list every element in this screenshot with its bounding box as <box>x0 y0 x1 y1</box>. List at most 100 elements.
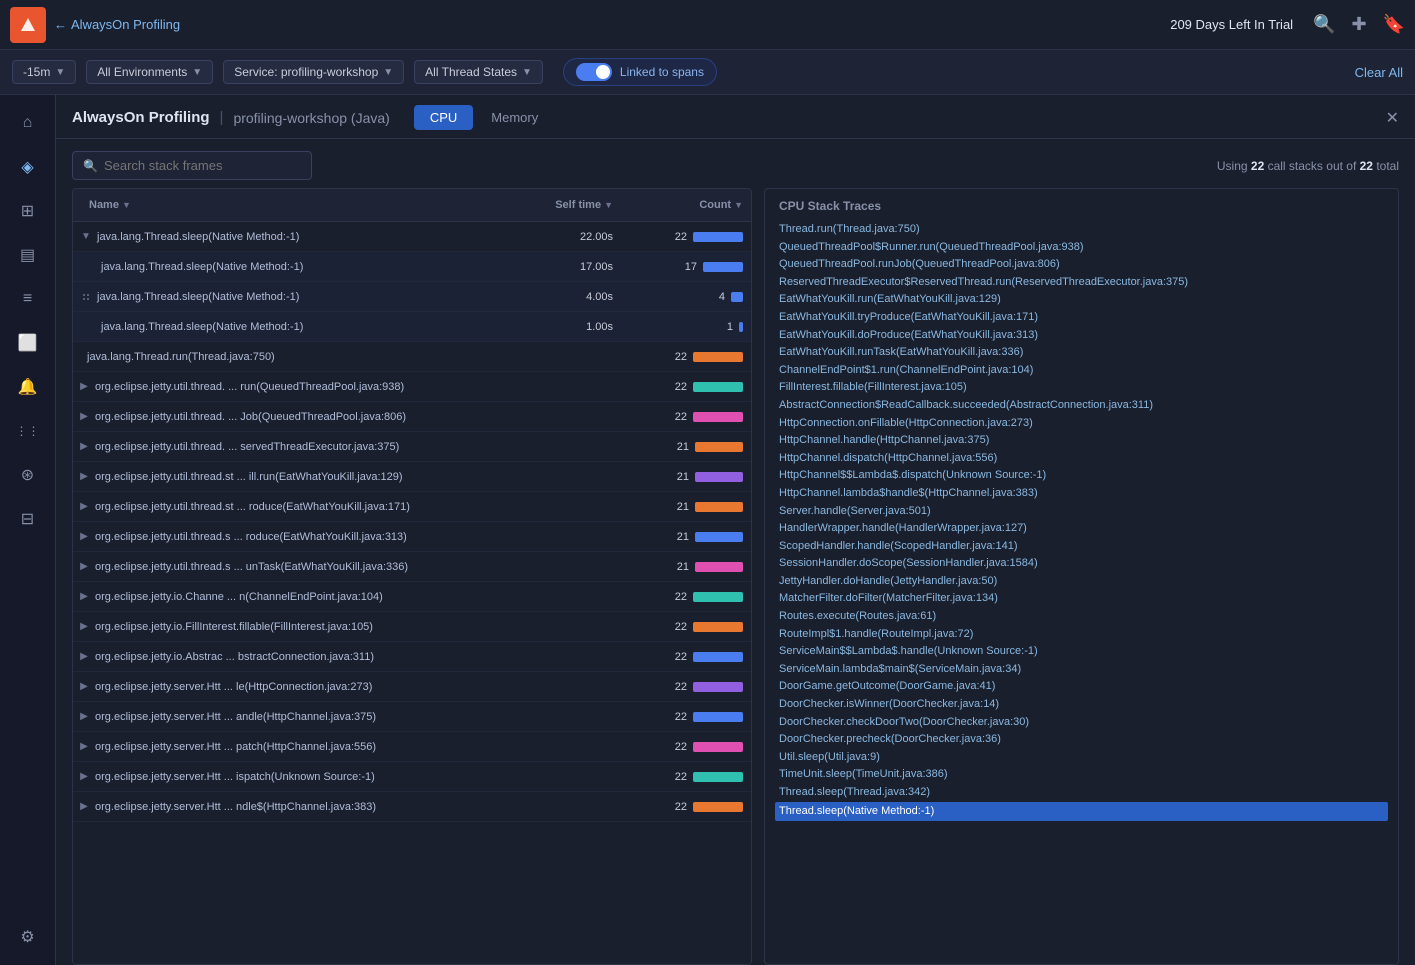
time-chevron-icon: ▼ <box>55 67 65 78</box>
expand-icon[interactable]: ▶ <box>77 410 91 424</box>
expand-icon[interactable]: ▶ <box>77 620 91 634</box>
row-name: ▶ org.eclipse.jetty.util.thread.s ... un… <box>73 556 531 578</box>
tab-cpu[interactable]: CPU <box>414 105 473 130</box>
expand-icon[interactable]: ▶ <box>77 380 91 394</box>
close-button[interactable]: ✕ <box>1386 108 1399 128</box>
row-count: 22 <box>621 647 751 667</box>
sidebar-item-tags[interactable]: ⊛ <box>10 457 46 493</box>
row-self-time <box>531 503 621 511</box>
table-row[interactable]: ▶ org.eclipse.jetty.util.thread.st ... i… <box>73 462 751 492</box>
stack-line-highlighted: Thread.sleep(Native Method:-1) <box>775 802 1388 822</box>
env-filter[interactable]: All Environments ▼ <box>86 60 213 84</box>
expand-icon[interactable]: ▶ <box>77 470 91 484</box>
expand-icon[interactable]: ▶ <box>77 530 91 544</box>
expand-icon[interactable]: ▶ <box>77 560 91 574</box>
topbar: ← AlwaysOn Profiling 209 Days Left In Tr… <box>0 0 1415 50</box>
table-row[interactable]: ▶ org.eclipse.jetty.util.thread.st ... r… <box>73 492 751 522</box>
table-row[interactable]: ▶ org.eclipse.jetty.io.FillInterest.fill… <box>73 612 751 642</box>
expand-icon[interactable]: ▶ <box>77 740 91 754</box>
count-sort-icon[interactable]: ▼ <box>734 200 743 210</box>
row-name: ▶ org.eclipse.jetty.util.thread. ... Job… <box>73 406 531 428</box>
expand-icon[interactable]: ▶ <box>77 590 91 604</box>
stack-line: ReservedThreadExecutor$ReservedThread.ru… <box>779 274 1384 292</box>
row-self-time <box>531 563 621 571</box>
add-icon[interactable]: ✚ <box>1351 14 1366 35</box>
sidebar-item-data[interactable]: ⊟ <box>10 501 46 537</box>
table-row[interactable]: ▶ org.eclipse.jetty.server.Htt ... ispat… <box>73 762 751 792</box>
table-row[interactable]: java.lang.Thread.sleep(Native Method:-1)… <box>73 252 751 282</box>
row-name: ▶ org.eclipse.jetty.io.Abstrac ... bstra… <box>73 646 531 668</box>
clear-all-button[interactable]: Clear All <box>1355 65 1403 80</box>
sidebar-item-dashboards[interactable]: ▤ <box>10 237 46 273</box>
back-label: AlwaysOn Profiling <box>71 17 180 32</box>
table-row[interactable]: ▼ java.lang.Thread.sleep(Native Method:-… <box>73 222 751 252</box>
drag-handle[interactable] <box>83 294 89 300</box>
table-row[interactable]: ▶ org.eclipse.jetty.util.thread. ... ser… <box>73 432 751 462</box>
trial-badge: 209 Days Left In Trial <box>1170 17 1293 32</box>
expand-icon[interactable]: ▶ <box>77 770 91 784</box>
sidebar-item-alerts[interactable]: 🔔 <box>10 369 46 405</box>
row-self-time <box>531 473 621 481</box>
sidebar-item-synthetics[interactable]: ⬜ <box>10 325 46 361</box>
row-name: ▶ org.eclipse.jetty.util.thread.s ... ro… <box>73 526 531 548</box>
row-self-time <box>531 773 621 781</box>
table-row[interactable]: ▶ org.eclipse.jetty.util.thread.s ... un… <box>73 552 751 582</box>
row-self-time <box>531 713 621 721</box>
tab-memory[interactable]: Memory <box>475 105 554 130</box>
count-bar <box>693 742 743 752</box>
sidebar-item-settings[interactable]: ⚙ <box>10 919 46 955</box>
bookmark-icon[interactable]: 🔖 <box>1383 14 1405 35</box>
table-row[interactable]: ▶ org.eclipse.jetty.util.thread. ... run… <box>73 372 751 402</box>
stack-line: ServiceMain.lambda$main$(ServiceMain.jav… <box>779 661 1384 679</box>
expand-icon[interactable]: ▶ <box>77 680 91 694</box>
stack-line: EatWhatYouKill.runTask(EatWhatYouKill.ja… <box>779 344 1384 362</box>
search-input[interactable] <box>104 158 301 173</box>
expand-icon[interactable]: ▼ <box>79 230 93 244</box>
profile-tabs: CPU Memory <box>414 105 554 130</box>
linked-spans-toggle[interactable] <box>576 63 612 81</box>
main-layout: ⌂ ◈ ⊞ ▤ ≡ ⬜ 🔔 ⋮⋮ ⊛ ⊟ ⚙ AlwaysOn Profilin… <box>0 95 1415 965</box>
sidebar-item-home[interactable]: ⌂ <box>10 105 46 141</box>
stack-line: MatcherFilter.doFilter(MatcherFilter.jav… <box>779 590 1384 608</box>
row-name: ▶ org.eclipse.jetty.io.FillInterest.fill… <box>73 616 531 638</box>
expand-icon[interactable]: ▶ <box>77 800 91 814</box>
stack-line: SessionHandler.doScope(SessionHandler.ja… <box>779 555 1384 573</box>
expand-icon[interactable]: ▶ <box>77 650 91 664</box>
search-icon[interactable]: 🔍 <box>1313 14 1335 35</box>
table-row[interactable]: ▶ org.eclipse.jetty.util.thread.s ... ro… <box>73 522 751 552</box>
service-filter[interactable]: Service: profiling-workshop ▼ <box>223 60 404 84</box>
time-filter[interactable]: -15m ▼ <box>12 60 76 84</box>
table-row[interactable]: ▶ org.eclipse.jetty.util.thread. ... Job… <box>73 402 751 432</box>
table-row[interactable]: java.lang.Thread.sleep(Native Method:-1)… <box>73 282 751 312</box>
table-row[interactable]: ▶ org.eclipse.jetty.server.Htt ... patch… <box>73 732 751 762</box>
expand-icon[interactable]: ▶ <box>77 440 91 454</box>
sidebar-item-apm[interactable]: ◈ <box>10 149 46 185</box>
table-row[interactable]: ▶ org.eclipse.jetty.io.Abstrac ... bstra… <box>73 642 751 672</box>
count-bar <box>739 322 743 332</box>
topbar-icons: 🔍 ✚ 🔖 <box>1313 14 1405 35</box>
row-self-time: 1.00s <box>531 317 621 337</box>
count-bar <box>693 682 743 692</box>
name-sort-icon[interactable]: ▼ <box>122 200 131 210</box>
self-sort-icon[interactable]: ▼ <box>604 200 613 210</box>
stack-line: EatWhatYouKill.doProduce(EatWhatYouKill.… <box>779 327 1384 345</box>
expand-icon[interactable]: ▶ <box>77 500 91 514</box>
row-self-time <box>531 443 621 451</box>
splunk-logo <box>10 7 46 43</box>
table-row[interactable]: java.lang.Thread.run(Thread.java:750) 22 <box>73 342 751 372</box>
sidebar-item-infra[interactable]: ⊞ <box>10 193 46 229</box>
row-count: 4 <box>621 287 751 307</box>
row-name: ▶ org.eclipse.jetty.io.Channe ... n(Chan… <box>73 586 531 608</box>
table-row[interactable]: ▶ org.eclipse.jetty.server.Htt ... andle… <box>73 702 751 732</box>
table-row[interactable]: java.lang.Thread.sleep(Native Method:-1)… <box>73 312 751 342</box>
table-row[interactable]: ▶ org.eclipse.jetty.server.Htt ... le(Ht… <box>73 672 751 702</box>
expand-icon[interactable]: ▶ <box>77 710 91 724</box>
table-row[interactable]: ▶ org.eclipse.jetty.server.Htt ... ndle$… <box>73 792 751 822</box>
time-label: -15m <box>23 65 50 79</box>
sidebar-item-logs[interactable]: ≡ <box>10 281 46 317</box>
table-row[interactable]: ▶ org.eclipse.jetty.io.Channe ... n(Chan… <box>73 582 751 612</box>
stack-line: FillInterest.fillable(FillInterest.java:… <box>779 379 1384 397</box>
thread-filter[interactable]: All Thread States ▼ <box>414 60 543 84</box>
sidebar-item-catalog[interactable]: ⋮⋮ <box>10 413 46 449</box>
back-button[interactable]: ← AlwaysOn Profiling <box>54 17 180 32</box>
